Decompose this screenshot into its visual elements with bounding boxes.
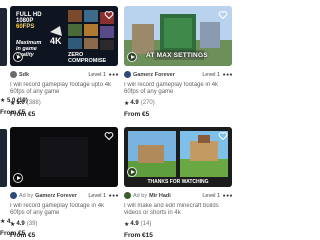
left-card-thumbnail-2[interactable] <box>0 129 7 187</box>
thumbnail-art <box>10 127 118 187</box>
gig-card[interactable]: Ad by Gamerz Forever Level 1 ● ● ● I wil… <box>10 127 119 239</box>
star-icon: ★ <box>124 221 130 228</box>
seller-avatar[interactable] <box>124 192 131 199</box>
rating-value: 4.9 <box>130 100 139 106</box>
star-icon: ★ <box>10 100 16 107</box>
gig-thumbnail[interactable] <box>10 127 118 187</box>
star-icon: ★ <box>10 221 16 228</box>
review-count: (14) <box>140 221 152 227</box>
play-video-icon[interactable] <box>127 167 137 177</box>
review-count: (388) <box>26 100 41 106</box>
seller-row: Gamerz Forever Level 1 ● ● ● <box>124 70 233 79</box>
gig-rating: ★ 4.9 (14) <box>124 220 232 228</box>
seller-level: Level 1 ● ● ● <box>88 71 118 78</box>
ad-by-label: Ad by <box>133 192 148 199</box>
thumb-text-4k: 4K <box>50 36 62 46</box>
seller-row: Sdk Level 1 ● ● ● <box>10 70 119 79</box>
gig-thumbnail[interactable]: FULL HD 1080P 60FPS Maximum in game qual… <box>10 6 118 66</box>
seller-name[interactable]: Gamerz Forever <box>35 193 77 199</box>
seller-level: Level 1 ● ● ● <box>202 192 232 199</box>
thumb-text-zero: ZERO COMPROMISE <box>68 52 107 64</box>
favorite-heart-icon[interactable] <box>104 10 114 20</box>
gig-title[interactable]: I will record gameplay footage upto 4k 6… <box>10 82 118 96</box>
gig-title[interactable]: I will record gameplay footage in 4k 60f… <box>10 203 118 217</box>
gig-card[interactable]: FULL HD 1080P 60FPS Maximum in game qual… <box>10 6 119 118</box>
seller-name[interactable]: Mir Hadi <box>149 193 171 199</box>
gig-rating: ★ 4.9 (39) <box>10 220 118 228</box>
seller-avatar[interactable] <box>10 192 17 199</box>
thumbnail-art <box>124 127 232 187</box>
gig-price: From €15 <box>124 232 153 239</box>
seller-avatar[interactable] <box>10 71 17 78</box>
gig-card[interactable]: AT MAX SETTINGS Gamerz Forever Level 1 ●… <box>124 6 233 118</box>
play-video-icon[interactable] <box>13 52 23 62</box>
gig-price: From €5 <box>10 232 36 239</box>
gig-title[interactable]: I will record gameplay footage in 4k 60f… <box>124 82 232 96</box>
gig-price: From €5 <box>124 111 150 118</box>
seller-row: Ad by Mir Hadi Level 1 ● ● ● <box>124 191 233 200</box>
ad-by-label: Ad by <box>19 192 34 199</box>
seller-avatar[interactable] <box>124 71 131 78</box>
seller-name[interactable]: Sdk <box>19 72 29 78</box>
gig-price: From €5 <box>10 111 36 118</box>
favorite-heart-icon[interactable] <box>218 10 228 20</box>
seller-name[interactable]: Gamerz Forever <box>133 72 175 78</box>
play-video-icon[interactable] <box>127 52 137 62</box>
thumb-text-thanks: THANKS FOR WATCHING <box>147 179 209 185</box>
gig-rating: ★ 4.9 (270) <box>124 99 232 107</box>
thumb-text-hd: FULL HD 1080P 60FPS <box>16 12 42 30</box>
favorite-heart-icon[interactable] <box>218 131 228 141</box>
rating-value: 4.9 <box>16 221 25 227</box>
gig-title[interactable]: I will make and edit minecraft builds vi… <box>124 203 232 217</box>
seller-level: Level 1 ● ● ● <box>202 71 232 78</box>
gig-rating: ★ 5.0 (388) <box>10 99 118 107</box>
review-count: (270) <box>140 100 155 106</box>
seller-row: Ad by Gamerz Forever Level 1 ● ● ● <box>10 191 119 200</box>
gig-thumbnail[interactable]: AT MAX SETTINGS <box>124 6 232 66</box>
seller-level: Level 1 ● ● ● <box>88 192 118 199</box>
star-icon: ★ <box>124 100 130 107</box>
rating-value: 4.9 <box>130 221 139 227</box>
rating-value: 5.0 <box>16 100 25 106</box>
gig-card[interactable]: THANKS FOR WATCHING Ad by Mir Hadi Level… <box>124 127 233 239</box>
review-count: (39) <box>26 221 38 227</box>
play-video-icon[interactable] <box>13 173 23 183</box>
thumb-text-settings: AT MAX SETTINGS <box>146 52 208 59</box>
gig-thumbnail[interactable]: THANKS FOR WATCHING <box>124 127 232 187</box>
favorite-heart-icon[interactable] <box>104 131 114 141</box>
left-card-thumbnail[interactable] <box>0 8 7 66</box>
